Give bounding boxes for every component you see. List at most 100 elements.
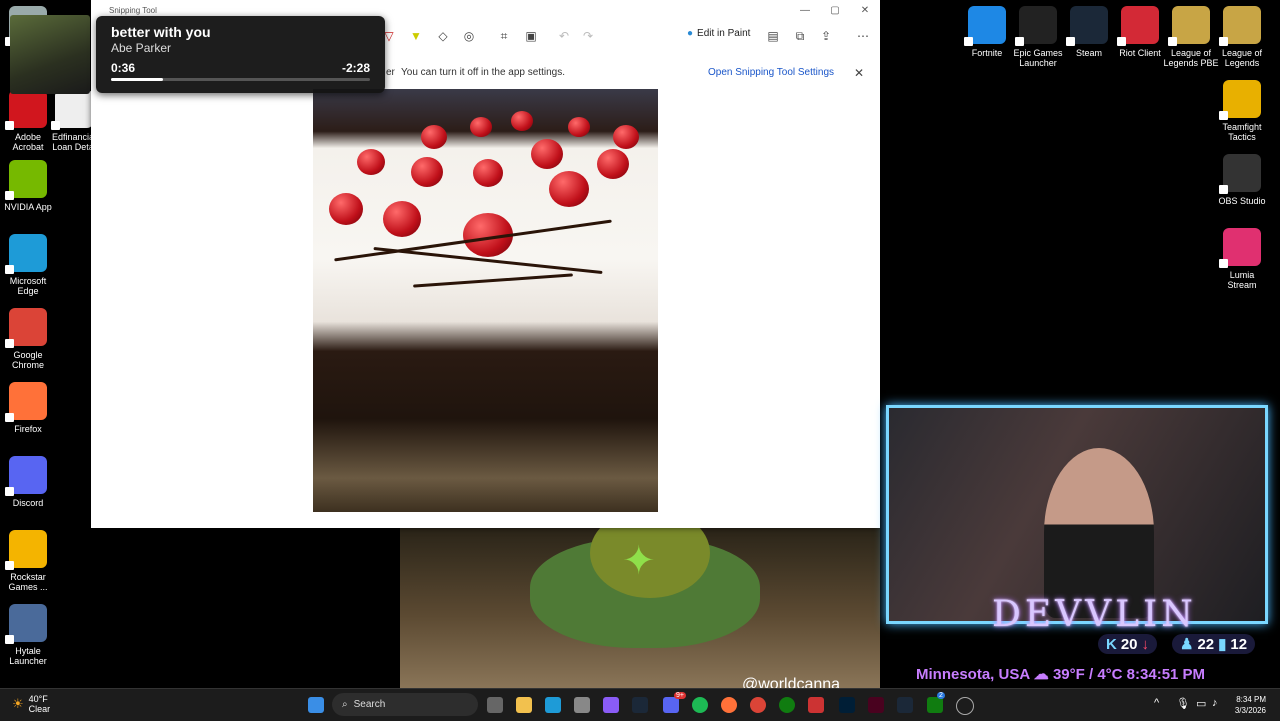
shortcut-arrow-icon [5,265,14,274]
desktop-icon-label: Epic Games Launcher [1013,48,1063,68]
close-button[interactable]: ✕ [850,0,880,20]
task-view-icon[interactable] [487,697,503,713]
desktop-icon-obs[interactable]: OBS Studio [1214,154,1270,206]
discord-icon [5,456,47,496]
file-explorer-icon[interactable] [516,697,532,713]
store-icon[interactable] [574,697,590,713]
desktop-icon-tft[interactable]: Teamfight Tactics [1214,80,1270,142]
edit-in-paint-button[interactable]: ● Edit in Paint [687,28,750,39]
remaining-time: -2:28 [341,61,370,75]
taskbar-search[interactable]: ⌕ Search [332,693,478,716]
firefox-taskbar-icon[interactable] [721,697,737,713]
desktop-icon-epic[interactable]: Epic Games Launcher [1010,6,1066,68]
current-time: 0:36 [111,61,136,75]
media-progress-bar[interactable] [111,78,370,81]
save-icon[interactable]: ▤ [765,28,781,44]
desktop-icon-label: NVIDIA App [4,202,52,212]
shortcut-arrow-icon [1117,37,1126,46]
desktop-icon-label: Fortnite [971,48,1003,58]
pdf-icon [51,90,93,130]
song-title: better with you [111,24,211,40]
stat-badge-1: K 20 ↓ [1098,634,1158,654]
stream-time: 8:34:51 PM [1126,666,1206,683]
system-clock[interactable]: 8:34 PM 3/3/2026 [1235,694,1266,716]
lumia-icon [1219,228,1261,268]
stat-value-3: 12 [1230,635,1248,653]
tray-chevron-icon[interactable]: ^ [1154,697,1159,709]
undo-icon[interactable]: ↶ [556,28,572,44]
desktop-icon-rockstar[interactable]: Rockstar Games ... [0,530,56,592]
hytale-icon [5,604,47,644]
mic-icon[interactable]: 🎙 [1176,697,1190,710]
xbox2-taskbar-icon[interactable] [927,697,943,713]
highlighter-icon[interactable]: ▼ [408,28,424,44]
desktop-icon-riot[interactable]: Riot Client [1112,6,1168,58]
network-icon[interactable]: ▭ [1196,697,1206,710]
volume-icon[interactable]: ♪ [1212,697,1218,709]
photoshop-taskbar-icon[interactable] [839,697,855,713]
spotify-taskbar-icon[interactable] [692,697,708,713]
start-button[interactable] [308,697,324,713]
eraser-icon[interactable]: ◇ [435,28,451,44]
background-art: ✦ @worldcanna [400,528,880,688]
app-taskbar-icon[interactable] [808,697,824,713]
more-options-icon[interactable]: ⋯ [855,28,871,44]
desktop-icon-fortnite[interactable]: Fortnite [959,6,1015,58]
search-placeholder: Search [353,699,386,710]
dismiss-notice-icon[interactable]: ✕ [854,66,864,80]
user-icon: ♟ [1180,636,1194,653]
settings-taskbar-icon[interactable] [956,697,974,715]
shortcut-arrow-icon [1168,37,1177,46]
edge-taskbar-icon[interactable] [545,697,561,713]
steam-icon [1066,6,1108,46]
desktop-icon-discord[interactable]: Discord [0,456,56,508]
desktop-icon-edge[interactable]: Microsoft Edge [0,234,56,296]
shortcut-arrow-icon [1219,111,1228,120]
shortcut-arrow-icon [964,37,973,46]
desktop-icon-lumia[interactable]: Lumia Stream [1214,228,1270,290]
chrome-taskbar-icon[interactable] [750,697,766,713]
crop-icon[interactable]: ⌗ [496,28,512,44]
desktop-icon-label: Rockstar Games ... [8,572,48,592]
streamer-name: DEVVLIN [992,594,1197,635]
maximize-button[interactable]: ▢ [820,0,850,20]
indesign-taskbar-icon[interactable] [868,697,884,713]
desktop-icon-steam[interactable]: Steam [1061,6,1117,58]
paint-icon: ● [687,28,694,39]
steam-taskbar-icon[interactable] [632,697,648,713]
desktop-icon-lol[interactable]: League of Legends [1214,6,1270,68]
lol-icon [1219,6,1261,46]
media-flyout[interactable]: better with you Abe Parker 0:36 -2:28 [96,16,385,93]
redo-icon[interactable]: ↷ [580,28,596,44]
webcam-person [1044,448,1154,618]
art-watermark: @worldcanna [742,676,841,688]
stat-value-2: 22 [1197,635,1215,653]
acrobat-icon [5,90,47,130]
clock-date: 3/3/2026 [1234,706,1266,715]
epic-icon [1015,6,1057,46]
shapes-icon[interactable]: ◎ [461,28,477,44]
open-settings-link[interactable]: Open Snipping Tool Settings [708,67,834,78]
desktop-icon-firefox[interactable]: Firefox [0,382,56,434]
minimize-button[interactable]: — [790,0,820,20]
weather-widget[interactable]: ☀ 40°F Clear [12,694,50,714]
lol-pbe-icon [1168,6,1210,46]
copy-icon[interactable]: ⧉ [792,28,808,44]
desktop-icon-label: Steam [1075,48,1102,58]
desktop-icon-lol-pbe[interactable]: League of Legends PBE [1163,6,1219,68]
clock-time: 8:34 PM [1236,695,1266,704]
xbox-taskbar-icon[interactable] [779,697,795,713]
shortcut-arrow-icon [1066,37,1075,46]
text-actions-icon[interactable]: ▣ [523,28,539,44]
desktop-icon-label: Microsoft Edge [9,276,47,296]
taskbar: ☀ 40°F Clear ⌕ Search 9+ 2 ^ 🎙 ▭ ♪ 8:34 … [0,688,1280,721]
album-art-thumbnail [10,15,90,94]
steam2-taskbar-icon[interactable] [897,697,913,713]
weather-text: 39°F / 4°C [1052,666,1123,683]
desktop-icon-chrome[interactable]: Google Chrome [0,308,56,370]
desktop-icon-nvidia[interactable]: NVIDIA App [0,160,56,212]
discord-taskbar-icon[interactable] [663,697,679,713]
share-icon[interactable]: ⇪ [818,28,834,44]
copilot-icon[interactable] [603,697,619,713]
desktop-icon-hytale[interactable]: Hytale Launcher [0,604,56,666]
